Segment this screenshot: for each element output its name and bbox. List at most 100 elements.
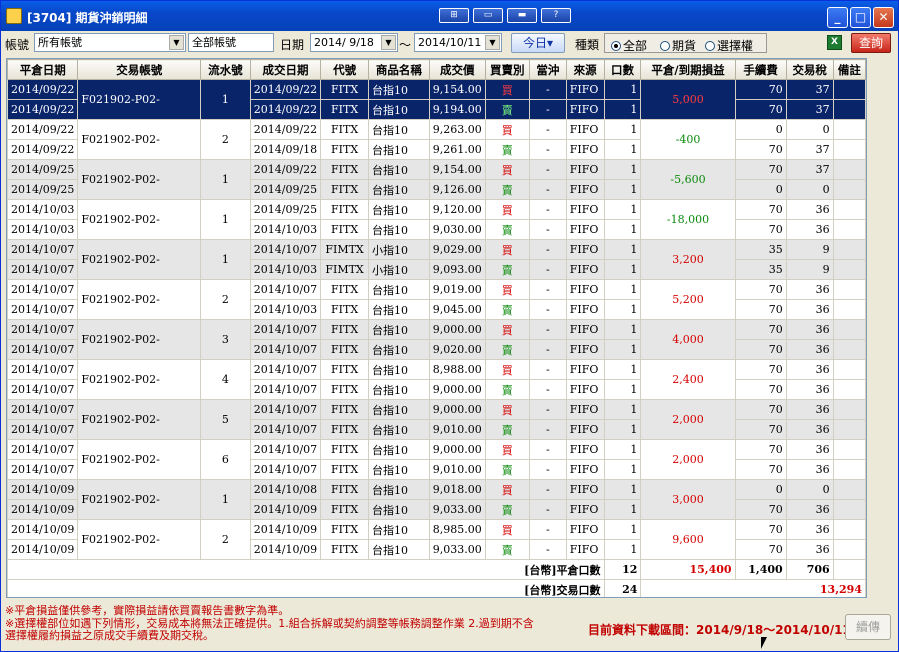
- price-cell: 9,030.00: [428, 219, 486, 240]
- video-icon[interactable]: ▬: [507, 8, 537, 23]
- footer-note-line: ※平倉損益僅供參考，實際損益請依買賣報告書數字為準。: [5, 605, 290, 617]
- pnl-cell: 5,200: [640, 279, 736, 320]
- table-row[interactable]: 2014/10/07 F021902-P02- 3 2014/10/07 FITX 台指1…: [7, 319, 866, 360]
- trade-date-cell: 2014/10/03: [249, 259, 322, 280]
- tax-cell: 37: [785, 159, 834, 180]
- table-row[interactable]: 2014/10/07 F021902-P02- 4 2014/10/07 FITX 台指1…: [7, 359, 866, 400]
- column-header[interactable]: 來源: [565, 59, 605, 80]
- code-cell: FIMTX: [320, 239, 369, 260]
- product-name-cell: 台指10: [367, 479, 430, 500]
- summary-label: [台幣]交易口數: [7, 579, 605, 597]
- column-header[interactable]: 口數: [603, 59, 642, 80]
- close-date-cell: 2014/10/07: [7, 459, 79, 480]
- chevron-down-icon[interactable]: ▼: [381, 35, 396, 50]
- column-header[interactable]: 買賣別: [484, 59, 530, 80]
- product-name-cell: 小指10: [367, 239, 430, 260]
- account-cell: F021902-P02-: [77, 399, 202, 440]
- note-cell: [832, 139, 866, 160]
- column-header[interactable]: 流水號: [200, 59, 251, 80]
- table-row[interactable]: 2014/10/07 F021902-P02- 2 2014/10/07 FITX 台指1…: [7, 279, 866, 320]
- close-date-cell: 2014/09/22: [7, 119, 79, 140]
- tax-cell: 36: [785, 299, 834, 320]
- column-header[interactable]: 成交價: [428, 59, 486, 80]
- side-cell: 賣: [484, 499, 530, 520]
- code-cell: FITX: [320, 439, 369, 460]
- maximize-button[interactable]: □: [850, 7, 871, 28]
- minimize-button[interactable]: _: [827, 7, 848, 28]
- tax-cell: 36: [785, 459, 834, 480]
- source-cell: FIFO: [565, 359, 605, 380]
- code-cell: FITX: [320, 399, 369, 420]
- product-name-cell: 台指10: [367, 399, 430, 420]
- table-row[interactable]: 2014/09/22 F021902-P02- 2 2014/09/22 FITX 台指1…: [7, 119, 866, 160]
- close-button[interactable]: ✕: [873, 7, 894, 28]
- pnl-cell: 2,000: [640, 399, 736, 440]
- product-name-cell: 台指10: [367, 119, 430, 140]
- product-name-cell: 台指10: [367, 139, 430, 160]
- table-row[interactable]: 2014/10/07 F021902-P02- 6 2014/10/07 FITX 台指1…: [7, 439, 866, 480]
- query-button[interactable]: 查詢: [851, 33, 891, 53]
- account-select[interactable]: 所有帳號 ▼: [34, 33, 186, 52]
- qty-cell: 1: [603, 79, 642, 100]
- table-row[interactable]: 2014/09/25 F021902-P02- 1 2014/09/22 FITX 台指1…: [7, 159, 866, 200]
- radio-options[interactable]: 選擇權: [705, 37, 753, 54]
- source-cell: FIFO: [565, 459, 605, 480]
- radio-futures[interactable]: 期貨: [660, 37, 696, 54]
- pnl-cell: 2,400: [640, 359, 736, 400]
- column-header[interactable]: 平倉/到期損益: [640, 59, 736, 80]
- source-cell: FIFO: [565, 179, 605, 200]
- side-cell: 賣: [484, 219, 530, 240]
- table-row[interactable]: 2014/09/22 F021902-P02- 1 2014/09/22 FITX 台指1…: [7, 79, 866, 120]
- source-cell: FIFO: [565, 479, 605, 500]
- layout-grid-icon[interactable]: ⊞: [439, 8, 469, 23]
- radio-all[interactable]: 全部: [611, 37, 647, 54]
- resend-button[interactable]: 續傳: [845, 614, 891, 640]
- qty-cell: 1: [603, 539, 642, 560]
- help-icon[interactable]: ?: [541, 8, 571, 23]
- product-name-cell: 台指10: [367, 279, 430, 300]
- trade-date-cell: 2014/10/09: [249, 499, 322, 520]
- table-row[interactable]: 2014/10/09 F021902-P02- 1 2014/10/08 FITX 台指1…: [7, 479, 866, 520]
- table-row[interactable]: 2014/10/07 F021902-P02- 5 2014/10/07 FITX 台指1…: [7, 399, 866, 440]
- tax-cell: 36: [785, 499, 834, 520]
- date-to-field[interactable]: 2014/10/11 ▼: [414, 33, 502, 52]
- today-button[interactable]: 今日▾: [511, 33, 565, 53]
- price-cell: 8,988.00: [428, 359, 486, 380]
- account-text-field[interactable]: 全部帳號: [188, 33, 274, 52]
- note-cell: [832, 459, 866, 480]
- column-header[interactable]: 當沖: [528, 59, 567, 80]
- pnl-cell: -400: [640, 119, 736, 160]
- table-row[interactable]: 2014/10/03 F021902-P02- 1 2014/09/25 FITX 台指1…: [7, 199, 866, 240]
- window-frame-icon[interactable]: ▭: [473, 8, 503, 23]
- product-name-cell: 台指10: [367, 79, 430, 100]
- account-cell: F021902-P02-: [77, 199, 202, 240]
- source-cell: FIFO: [565, 519, 605, 540]
- date-from-field[interactable]: 2014/ 9/18 ▼: [310, 33, 398, 52]
- source-cell: FIFO: [565, 199, 605, 220]
- title-bar[interactable]: [3704] 期貨沖銷明細 ⊞ ▭ ▬ ? _ □ ✕: [1, 1, 898, 31]
- excel-icon[interactable]: X: [827, 35, 842, 50]
- column-header[interactable]: 交易稅: [785, 59, 834, 80]
- column-header[interactable]: 商品名稱: [367, 59, 430, 80]
- serial-cell: 6: [200, 439, 251, 480]
- column-header[interactable]: 備註: [832, 59, 866, 80]
- side-cell: 賣: [484, 139, 530, 160]
- radio-options-label: 選擇權: [717, 39, 754, 53]
- trade-grid[interactable]: 平倉日期 交易帳號 流水號 成交日期 代號 商品名稱 成交價 買賣別 當沖 來源 口數 平倉/到期損益…: [6, 58, 867, 598]
- table-row[interactable]: 2014/10/07 F021902-P02- 1 2014/10/07 FIMTX 小指…: [7, 239, 866, 280]
- product-name-cell: 台指10: [367, 439, 430, 460]
- column-header[interactable]: 手續費: [734, 59, 787, 80]
- chevron-down-icon[interactable]: ▼: [169, 35, 184, 50]
- column-header[interactable]: 平倉日期: [7, 59, 79, 80]
- column-header[interactable]: 交易帳號: [77, 59, 202, 80]
- qty-cell: 1: [603, 319, 642, 340]
- pnl-cell: -5,600: [640, 159, 736, 200]
- trade-date-cell: 2014/10/07: [249, 339, 322, 360]
- chevron-down-icon[interactable]: ▼: [485, 35, 500, 50]
- fee-cell: 70: [734, 419, 787, 440]
- column-header[interactable]: 成交日期: [249, 59, 322, 80]
- table-row[interactable]: 2014/10/09 F021902-P02- 2 2014/10/09 FITX 台指1…: [7, 519, 866, 560]
- table-header-row: 平倉日期 交易帳號 流水號 成交日期 代號 商品名稱 成交價 買賣別 當沖 來源 口數 平倉/到期損益…: [7, 59, 866, 80]
- product-name-cell: 台指10: [367, 179, 430, 200]
- column-header[interactable]: 代號: [320, 59, 369, 80]
